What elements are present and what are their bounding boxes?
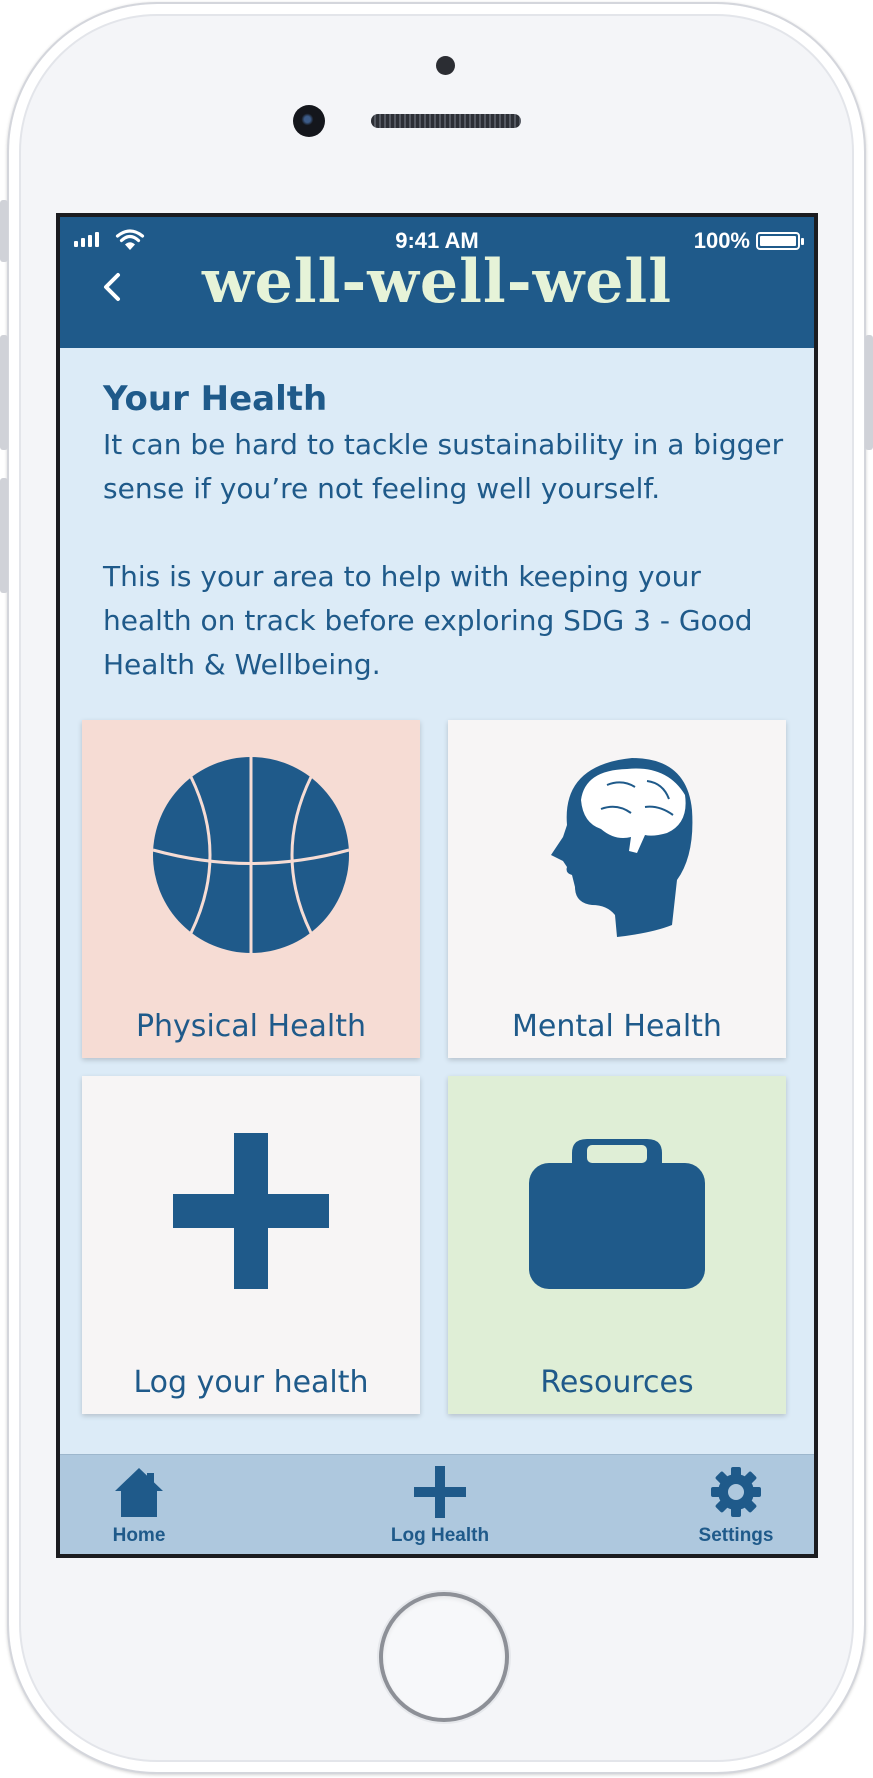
tab-home[interactable]: Home (69, 1465, 209, 1547)
tab-bar: Home Log Health Settings (60, 1454, 814, 1554)
head-brain-icon (551, 758, 693, 937)
tab-label: Home (112, 1525, 166, 1546)
plus-icon (173, 1133, 329, 1289)
app-header: 9:41 AM 100% well-well-well (60, 217, 814, 348)
health-intro: Your Health It can be hard to tackle sus… (103, 377, 793, 687)
home-button[interactable] (379, 1592, 509, 1722)
basketball-icon (152, 757, 350, 953)
page-title: Your Health (103, 379, 328, 419)
tab-settings[interactable]: Settings (666, 1465, 806, 1547)
tile-label: Resources (540, 1365, 694, 1400)
resources-tile[interactable]: Resources (448, 1076, 786, 1414)
intro-text: It can be hard to tackle sustainability … (103, 428, 784, 681)
front-camera (293, 105, 325, 137)
tile-label: Log your health (133, 1365, 369, 1400)
tile-label: Mental Health (512, 1009, 722, 1044)
power-button[interactable] (865, 335, 873, 450)
tile-label: Physical Health (135, 1009, 367, 1044)
tab-label: Log Health (390, 1525, 490, 1546)
home-icon (115, 1468, 163, 1517)
earpiece-speaker (371, 114, 521, 128)
physical-health-tile[interactable]: Physical Health (82, 720, 420, 1058)
volume-down-button[interactable] (0, 478, 8, 593)
plus-icon (414, 1466, 466, 1518)
tab-label: Settings (698, 1525, 774, 1546)
volume-up-button[interactable] (0, 335, 8, 450)
gear-icon (711, 1467, 761, 1517)
log-health-tile[interactable]: Log your health (82, 1076, 420, 1414)
briefcase-icon (529, 1139, 705, 1289)
app-screen: 9:41 AM 100% well-well-well Your Health … (56, 213, 818, 1558)
mental-health-tile[interactable]: Mental Health (448, 720, 786, 1058)
mute-switch[interactable] (0, 200, 8, 262)
proximity-sensor (436, 56, 455, 75)
app-title: well-well-well (201, 247, 673, 317)
tab-log-health[interactable]: Log Health (370, 1465, 510, 1547)
